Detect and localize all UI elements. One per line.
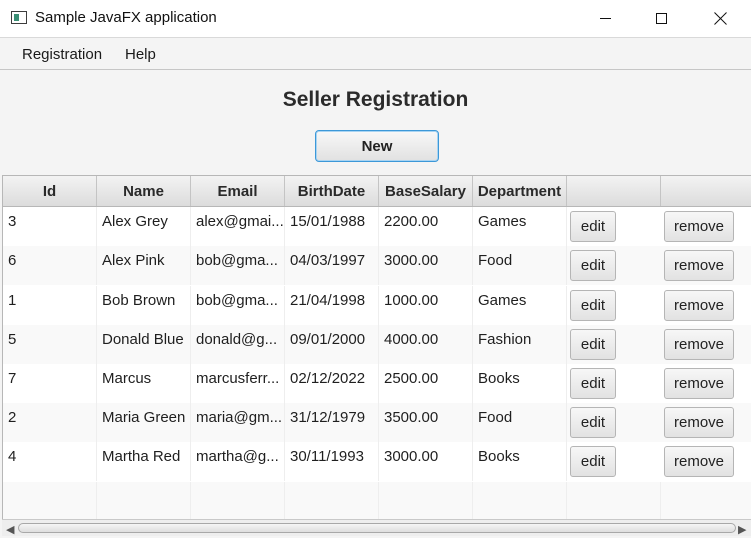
- column-header-birthdate[interactable]: BirthDate: [285, 176, 379, 206]
- maximize-button[interactable]: [638, 0, 684, 37]
- cell-department: Games: [473, 286, 567, 325]
- edit-button[interactable]: edit: [570, 329, 616, 360]
- close-button[interactable]: [697, 0, 743, 37]
- table-row[interactable]: 1 Bob Brown bob@gma... 21/04/1998 1000.0…: [3, 286, 751, 325]
- cell-birthdate: 04/03/1997: [285, 246, 379, 285]
- table-header: Id Name Email BirthDate BaseSalary Depar…: [3, 176, 751, 207]
- horizontal-scrollbar[interactable]: ◀ ▶: [2, 519, 751, 536]
- cell-email: marcusferr...: [191, 364, 285, 403]
- remove-button[interactable]: remove: [664, 329, 734, 360]
- cell-department: Books: [473, 442, 567, 481]
- seller-table[interactable]: Id Name Email BirthDate BaseSalary Depar…: [2, 175, 751, 522]
- cell-id: 2: [3, 403, 97, 442]
- cell-id: 3: [3, 207, 97, 246]
- column-header-email[interactable]: Email: [191, 176, 285, 206]
- remove-button[interactable]: remove: [664, 211, 734, 242]
- minimize-button[interactable]: [582, 0, 628, 37]
- cell-basesalary: 3000.00: [379, 246, 473, 285]
- edit-button[interactable]: edit: [570, 211, 616, 242]
- cell-department: Food: [473, 403, 567, 442]
- cell-basesalary: 2200.00: [379, 207, 473, 246]
- cell-id: 6: [3, 246, 97, 285]
- cell-name: Marcus: [97, 364, 191, 403]
- column-header-id[interactable]: Id: [3, 176, 97, 206]
- edit-button[interactable]: edit: [570, 250, 616, 281]
- cell-department: Fashion: [473, 325, 567, 364]
- cell-email: donald@g...: [191, 325, 285, 364]
- cell-email: alex@gmai...: [191, 207, 285, 246]
- remove-button[interactable]: remove: [664, 368, 734, 399]
- cell-email: bob@gma...: [191, 246, 285, 285]
- cell-department: Games: [473, 207, 567, 246]
- app-window: Sample JavaFX application Registration H…: [0, 0, 751, 538]
- close-icon: [714, 12, 727, 25]
- cell-id: 1: [3, 286, 97, 325]
- maximize-icon: [655, 13, 667, 24]
- cell-basesalary: 3500.00: [379, 403, 473, 442]
- table-row[interactable]: 6 Alex Pink bob@gma... 04/03/1997 3000.0…: [3, 246, 751, 285]
- column-header-name[interactable]: Name: [97, 176, 191, 206]
- cell-email: bob@gma...: [191, 286, 285, 325]
- scroll-left-icon[interactable]: ◀: [6, 523, 14, 536]
- cell-id: 7: [3, 364, 97, 403]
- table-row[interactable]: 7 Marcus marcusferr... 02/12/2022 2500.0…: [3, 364, 751, 403]
- cell-name: Martha Red: [97, 442, 191, 481]
- cell-birthdate: 21/04/1998: [285, 286, 379, 325]
- cell-name: Maria Green: [97, 403, 191, 442]
- table-row[interactable]: 2 Maria Green maria@gm... 31/12/1979 350…: [3, 403, 751, 442]
- scroll-right-icon[interactable]: ▶: [738, 523, 746, 536]
- cell-id: 5: [3, 325, 97, 364]
- cell-department: Books: [473, 364, 567, 403]
- remove-button[interactable]: remove: [664, 407, 734, 438]
- column-header-edit[interactable]: [567, 176, 661, 206]
- cell-id: 4: [3, 442, 97, 481]
- page-title: Seller Registration: [282, 88, 469, 111]
- cell-name: Alex Grey: [97, 207, 191, 246]
- table-row[interactable]: 5 Donald Blue donald@g... 09/01/2000 400…: [3, 325, 751, 364]
- cell-birthdate: 30/11/1993: [285, 442, 379, 481]
- edit-button[interactable]: edit: [570, 446, 616, 477]
- column-header-basesalary[interactable]: BaseSalary: [379, 176, 473, 206]
- table-row[interactable]: 4 Martha Red martha@g... 30/11/1993 3000…: [3, 442, 751, 481]
- edit-button[interactable]: edit: [570, 407, 616, 438]
- empty-row: [3, 482, 751, 521]
- cell-name: Donald Blue: [97, 325, 191, 364]
- cell-birthdate: 02/12/2022: [285, 364, 379, 403]
- cell-department: Food: [473, 246, 567, 285]
- cell-basesalary: 4000.00: [379, 325, 473, 364]
- edit-button[interactable]: edit: [570, 290, 616, 321]
- cell-email: maria@gm...: [191, 403, 285, 442]
- window-title: Sample JavaFX application: [35, 9, 217, 26]
- column-header-department[interactable]: Department: [473, 176, 567, 206]
- remove-button[interactable]: remove: [664, 446, 734, 477]
- minimize-icon: [599, 18, 611, 19]
- new-button[interactable]: New: [315, 130, 439, 162]
- cell-basesalary: 2500.00: [379, 364, 473, 403]
- app-icon: [11, 11, 27, 24]
- cell-email: martha@g...: [191, 442, 285, 481]
- menu-bar: Registration Help: [0, 37, 751, 70]
- remove-button[interactable]: remove: [664, 290, 734, 321]
- remove-button[interactable]: remove: [664, 250, 734, 281]
- title-bar: Sample JavaFX application: [0, 0, 751, 37]
- cell-birthdate: 31/12/1979: [285, 403, 379, 442]
- cell-basesalary: 3000.00: [379, 442, 473, 481]
- cell-birthdate: 09/01/2000: [285, 325, 379, 364]
- menu-help[interactable]: Help: [125, 46, 156, 63]
- column-header-remove[interactable]: [661, 176, 751, 206]
- edit-button[interactable]: edit: [570, 368, 616, 399]
- cell-name: Alex Pink: [97, 246, 191, 285]
- table-row[interactable]: 3 Alex Grey alex@gmai... 15/01/1988 2200…: [3, 207, 751, 246]
- scrollbar-thumb[interactable]: [18, 523, 736, 533]
- cell-name: Bob Brown: [97, 286, 191, 325]
- cell-birthdate: 15/01/1988: [285, 207, 379, 246]
- cell-basesalary: 1000.00: [379, 286, 473, 325]
- menu-registration[interactable]: Registration: [22, 46, 102, 63]
